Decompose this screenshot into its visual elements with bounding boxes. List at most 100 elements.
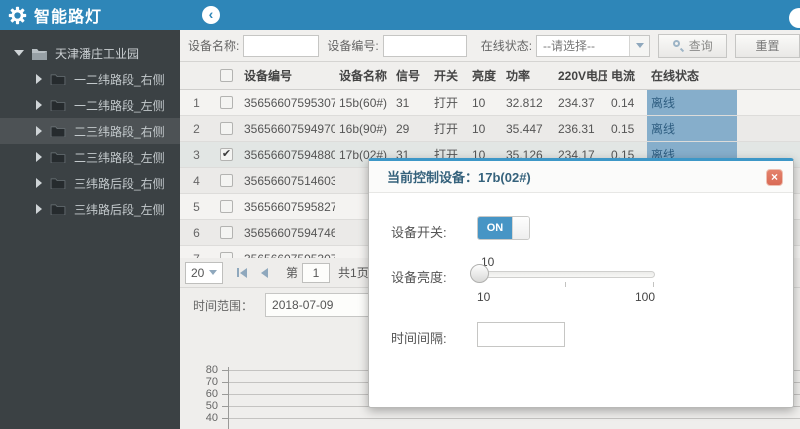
table-header-cell: 在线状态 bbox=[651, 69, 700, 83]
brightness-slider-track[interactable] bbox=[477, 271, 655, 278]
slider-tick bbox=[653, 282, 654, 287]
online-status-value: --请选择-- bbox=[543, 39, 596, 53]
table-header-cell: 功率 bbox=[506, 69, 531, 83]
time-range-label: 时间范围： bbox=[193, 298, 254, 313]
sidebar-item-label: 二三纬路段_左侧 bbox=[74, 150, 165, 165]
sidebar-item-label: 二三纬路段_右侧 bbox=[74, 124, 165, 139]
sidebar-item[interactable]: 三纬路后段_左侧 bbox=[0, 196, 180, 222]
table-cell: 356566075953075 bbox=[244, 95, 335, 110]
chevron-down-icon[interactable] bbox=[14, 50, 24, 56]
table-header-cell: 信号 bbox=[396, 69, 421, 83]
device-switch-toggle[interactable]: ON bbox=[477, 216, 530, 240]
row-checkbox[interactable]: ✔ bbox=[220, 148, 233, 161]
reset-button[interactable]: 重置 bbox=[735, 33, 800, 58]
device-name-input[interactable] bbox=[243, 34, 320, 57]
tree-root-node[interactable]: 天津潘庄工业园 bbox=[0, 40, 180, 66]
table-header-row: 设备编号 设备名称 信号 开关 亮度 功率 220V电压 电流 在线状态 bbox=[180, 62, 800, 90]
table-cell: 0.15 bbox=[611, 121, 635, 136]
table-cell: 356566075146035 bbox=[244, 173, 335, 188]
filter-bar: 设备名称: 设备编号: 在线状态: --请选择-- 查询 重置 bbox=[180, 30, 800, 62]
chevron-right-icon[interactable] bbox=[36, 100, 42, 110]
total-pages-label: 共1页 bbox=[338, 266, 369, 280]
table-cell: 356566075947465 bbox=[244, 225, 335, 240]
table-cell: 打开 bbox=[434, 96, 459, 110]
chevron-down-icon[interactable] bbox=[629, 35, 650, 56]
table-cell: 356566075958272 bbox=[244, 199, 335, 214]
status-cell: 离线 bbox=[647, 90, 737, 115]
table-cell: 35.447 bbox=[506, 121, 543, 136]
device-control-modal: 当前控制设备：17b(02#) × 设备开关: ON 10 设备亮度: 10 1… bbox=[368, 158, 794, 408]
switch-label: 设备开关: bbox=[391, 225, 447, 240]
y-axis-tick-label: 60 bbox=[205, 388, 218, 400]
table-row[interactable]: 2 356566075949701 16b(90#) 29 打开 10 35.447 236.… bbox=[180, 116, 800, 142]
close-icon: × bbox=[770, 170, 778, 184]
row-checkbox[interactable] bbox=[220, 174, 233, 187]
interval-input[interactable] bbox=[477, 322, 565, 347]
first-page-icon bbox=[240, 267, 247, 278]
prev-page-button[interactable] bbox=[261, 267, 268, 278]
table-cell: 32.812 bbox=[506, 95, 543, 110]
table-header-cell: 电流 bbox=[611, 69, 636, 83]
row-checkbox-cell bbox=[213, 168, 240, 193]
row-number: 6 bbox=[193, 225, 200, 240]
app-header: 智能路灯 bbox=[0, 0, 180, 30]
page-number-input[interactable] bbox=[302, 262, 331, 283]
sidebar-item[interactable]: 三纬路后段_右侧 bbox=[0, 170, 180, 196]
device-name-label: 设备名称: bbox=[188, 39, 240, 53]
table-row[interactable]: 1 356566075953075 15b(60#) 31 打开 10 32.812 234.… bbox=[180, 90, 800, 116]
toggle-knob[interactable] bbox=[512, 217, 529, 239]
topbar-right-button[interactable] bbox=[789, 8, 800, 28]
row-checkbox[interactable] bbox=[220, 122, 233, 135]
select-all-checkbox[interactable] bbox=[220, 69, 233, 82]
folder-icon bbox=[50, 152, 66, 163]
first-page-button[interactable] bbox=[237, 267, 247, 278]
folder-icon bbox=[50, 178, 66, 189]
brightness-slider-handle[interactable] bbox=[470, 264, 489, 283]
table-cell: 234.37 bbox=[558, 95, 595, 110]
sidebar-item[interactable]: 一二纬路段_左侧 bbox=[0, 92, 180, 118]
chevron-right-icon[interactable] bbox=[36, 126, 42, 136]
row-checkbox[interactable] bbox=[220, 96, 233, 109]
brightness-label: 设备亮度: bbox=[391, 270, 447, 285]
sidebar-item[interactable]: 一二纬路段_右侧 bbox=[0, 66, 180, 92]
query-button-label: 查询 bbox=[688, 39, 713, 53]
modal-header: 当前控制设备：17b(02#) × bbox=[369, 161, 793, 193]
chevron-right-icon[interactable] bbox=[36, 152, 42, 162]
sidebar-item[interactable]: 二三纬路段_左侧 bbox=[0, 144, 180, 170]
row-number: 2 bbox=[193, 121, 200, 136]
device-no-input[interactable] bbox=[382, 34, 467, 57]
online-status-label: 在线状态: bbox=[480, 39, 533, 53]
table-cell: 16b(90#) bbox=[339, 121, 388, 136]
chevron-down-icon bbox=[209, 270, 217, 275]
tree-items: 一二纬路段_右侧 一二纬路段_左侧 二三纬路段_右侧 二三纬路段_左侧 三纬路后… bbox=[0, 66, 180, 222]
table-header-cell: 设备名称 bbox=[339, 69, 388, 83]
row-checkbox[interactable] bbox=[220, 226, 233, 239]
chevron-right-icon[interactable] bbox=[36, 74, 42, 84]
sidebar-item-label: 三纬路后段_左侧 bbox=[74, 202, 165, 217]
table-cell: 10 bbox=[472, 95, 486, 110]
back-button[interactable]: ‹ bbox=[202, 6, 220, 24]
query-button[interactable]: 查询 bbox=[658, 33, 728, 58]
chevron-right-icon[interactable] bbox=[36, 178, 42, 188]
y-axis-tick-label: 50 bbox=[205, 400, 218, 412]
online-status-select[interactable]: --请选择-- bbox=[536, 34, 651, 57]
toggle-on-label: ON bbox=[478, 217, 512, 239]
row-number: 7 bbox=[180, 246, 213, 259]
folder-icon bbox=[50, 126, 66, 137]
sidebar-item-label: 三纬路后段_右侧 bbox=[74, 176, 165, 191]
page-size-value: 20 bbox=[191, 265, 205, 280]
sidebar-item[interactable]: 二三纬路段_右侧 bbox=[0, 118, 180, 144]
interval-label: 时间间隔: bbox=[391, 331, 447, 346]
row-checkbox-cell: ✔ bbox=[213, 142, 240, 167]
page-size-select[interactable]: 20 bbox=[185, 261, 223, 284]
close-button[interactable]: × bbox=[766, 169, 783, 186]
y-axis-line bbox=[228, 367, 229, 429]
app-title: 智能路灯 bbox=[34, 9, 103, 26]
modal-title: 当前控制设备：17b(02#) bbox=[387, 170, 531, 185]
y-axis-tick-label: 70 bbox=[205, 376, 218, 388]
row-checkbox[interactable] bbox=[220, 200, 233, 213]
table-header-cell: 亮度 bbox=[472, 69, 497, 83]
chevron-right-icon[interactable] bbox=[36, 204, 42, 214]
prev-page-icon bbox=[261, 267, 268, 278]
slider-tick bbox=[565, 282, 566, 287]
